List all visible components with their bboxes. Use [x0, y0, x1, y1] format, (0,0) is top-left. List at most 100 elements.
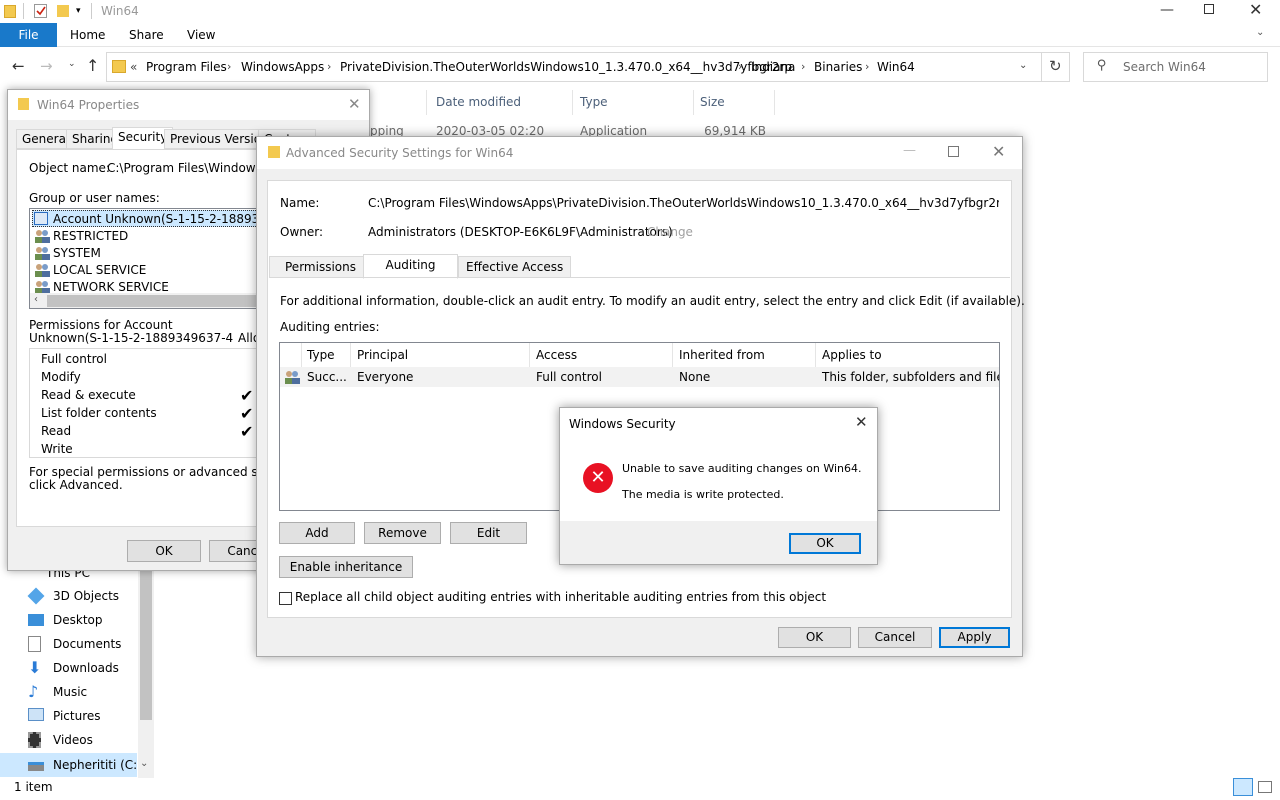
tab-effective-access[interactable]: Effective Access — [458, 256, 572, 278]
downloads-icon: ⬇ — [28, 658, 42, 677]
column-inherited-from[interactable]: Inherited from — [679, 343, 765, 367]
edit-button[interactable]: Edit — [450, 522, 527, 544]
column-type[interactable]: Type — [580, 95, 608, 109]
add-button[interactable]: Add — [279, 522, 355, 544]
forward-icon[interactable]: → — [40, 57, 53, 75]
column-divider[interactable] — [350, 343, 351, 367]
chevron-right-icon[interactable]: › — [227, 60, 231, 73]
scrollbar-thumb[interactable] — [140, 560, 152, 720]
table-row[interactable]: Succ... Everyone Full control None This … — [280, 367, 999, 387]
tab-view[interactable]: View — [187, 23, 215, 47]
expand-ribbon-icon[interactable]: ⌄ — [1256, 27, 1264, 38]
close-icon[interactable]: ✕ — [992, 142, 1005, 161]
nav-label: Videos — [53, 733, 93, 747]
column-divider[interactable] — [815, 343, 816, 367]
tab-auditing[interactable]: Auditing — [363, 254, 458, 279]
minimize-icon[interactable]: — — [1160, 2, 1174, 18]
column-applies-to[interactable]: Applies to — [822, 343, 882, 367]
new-folder-quick-icon[interactable] — [57, 5, 69, 17]
apply-button[interactable]: Apply — [939, 627, 1010, 648]
column-divider[interactable] — [774, 90, 775, 115]
change-owner-link[interactable]: Change — [647, 225, 693, 239]
address-bar[interactable]: « Program Files › WindowsApps › PrivateD… — [106, 52, 1042, 82]
replace-child-entries-checkbox[interactable] — [279, 592, 292, 605]
nav-label: Pictures — [53, 709, 101, 723]
properties-quick-icon[interactable] — [34, 4, 47, 18]
windows-security-dialog: Windows Security ✕ ✕ Unable to save audi… — [559, 407, 878, 565]
search-placeholder: Search Win64 — [1123, 60, 1206, 74]
search-input[interactable]: ⚲ Search Win64 — [1083, 52, 1268, 82]
special-permissions-text-2: click Advanced. — [29, 478, 123, 492]
tab-file[interactable]: File — [0, 23, 57, 47]
large-icons-view-icon[interactable] — [1258, 781, 1272, 793]
column-access[interactable]: Access — [536, 343, 577, 367]
ok-button[interactable]: OK — [127, 540, 201, 562]
chevron-left-icon[interactable]: ‹ — [34, 294, 38, 305]
recent-locations-icon[interactable]: ⌄ — [68, 59, 76, 69]
user-local-service[interactable]: LOCAL SERVICE — [53, 263, 146, 277]
column-divider[interactable] — [426, 90, 427, 115]
column-divider[interactable] — [301, 343, 302, 367]
name-value: C:\Program Files\WindowsApps\PrivateDivi… — [368, 196, 999, 210]
users-group-icon — [284, 370, 300, 387]
column-date-modified[interactable]: Date modified — [436, 95, 521, 109]
chevron-down-icon[interactable]: ⌄ — [1019, 60, 1027, 71]
tab-permissions[interactable]: Permissions — [269, 256, 372, 278]
column-divider[interactable] — [529, 343, 530, 367]
entry-type: Succ... — [307, 370, 347, 384]
maximize-icon[interactable] — [948, 146, 959, 157]
entry-principal: Everyone — [357, 370, 414, 384]
up-icon[interactable]: ↑ — [86, 56, 99, 75]
restore-icon[interactable] — [1204, 4, 1214, 14]
chevron-right-icon[interactable]: › — [738, 60, 742, 73]
cancel-button[interactable]: Cancel — [858, 627, 932, 648]
column-divider[interactable] — [693, 90, 694, 115]
chevron-down-icon[interactable]: ⌄ — [140, 758, 148, 769]
close-icon[interactable]: ✕ — [348, 95, 361, 113]
chevron-right-icon[interactable]: › — [865, 60, 869, 73]
nav-scrollbar[interactable]: ⌄ — [138, 560, 154, 778]
users-group-icon — [34, 246, 50, 263]
close-icon[interactable]: ✕ — [855, 413, 868, 431]
properties-titlebar: Win64 Properties ✕ — [8, 90, 369, 120]
ok-button[interactable]: OK — [778, 627, 851, 648]
permissions-for-label-1: Permissions for Account — [29, 318, 173, 332]
breadcrumb-binaries[interactable]: Binaries — [814, 60, 862, 74]
tab-share[interactable]: Share — [129, 23, 164, 47]
folder-icon — [4, 5, 16, 18]
ribbon: File Home Share View ⌄ — [0, 23, 1280, 47]
ok-button[interactable]: OK — [789, 533, 861, 554]
refresh-button[interactable]: ↻ — [1041, 52, 1070, 82]
permissions-for-label-2: Unknown(S-1-15-2-1889349637-4 — [29, 331, 234, 345]
chevron-right-icon[interactable]: › — [327, 60, 331, 73]
tab-home[interactable]: Home — [70, 23, 105, 47]
breadcrumb-windowsapps[interactable]: WindowsApps — [241, 60, 324, 74]
advanced-title: Advanced Security Settings for Win64 — [286, 146, 514, 160]
minimize-icon[interactable]: — — [903, 143, 916, 158]
user-network-service[interactable]: NETWORK SERVICE — [53, 280, 169, 294]
column-size[interactable]: Size — [700, 95, 725, 109]
chevron-right-icon[interactable]: › — [801, 60, 805, 73]
breadcrumb-privatedivision[interactable]: PrivateDivision.TheOuterWorldsWindows10_… — [340, 60, 792, 74]
scrollbar-thumb[interactable] — [47, 295, 267, 307]
remove-button[interactable]: Remove — [364, 522, 441, 544]
column-type[interactable]: Type — [307, 343, 335, 367]
column-principal[interactable]: Principal — [357, 343, 408, 367]
user-system[interactable]: SYSTEM — [53, 246, 101, 260]
user-restricted[interactable]: RESTRICTED — [53, 229, 128, 243]
customize-quick-access-icon[interactable]: ▾ — [76, 6, 81, 16]
breadcrumb-overflow[interactable]: « — [130, 60, 137, 74]
enable-inheritance-button[interactable]: Enable inheritance — [279, 556, 413, 578]
owner-label: Owner: — [280, 225, 324, 239]
security-title: Windows Security — [569, 417, 676, 431]
details-view-icon[interactable] — [1233, 778, 1253, 796]
breadcrumb-win64[interactable]: Win64 — [877, 60, 915, 74]
object-name-label: Object name: — [29, 161, 110, 175]
breadcrumb-program-files[interactable]: Program Files — [146, 60, 227, 74]
check-icon: ✔ — [240, 404, 254, 423]
close-icon[interactable]: ✕ — [1249, 0, 1262, 19]
breadcrumb-indiana[interactable]: Indiana — [751, 60, 795, 74]
column-divider[interactable] — [672, 343, 673, 367]
column-divider[interactable] — [572, 90, 573, 115]
back-icon[interactable]: ← — [12, 57, 25, 75]
